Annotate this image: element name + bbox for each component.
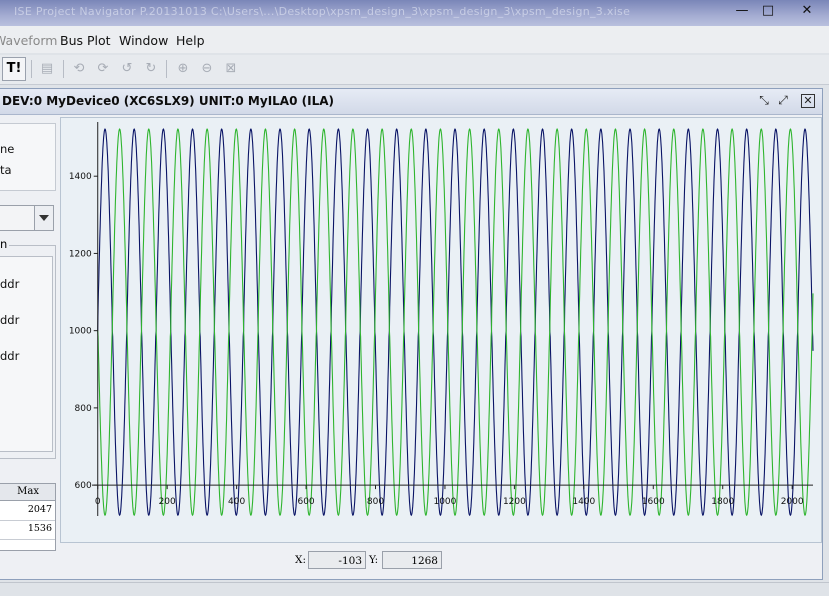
- list-item[interactable]: ddr: [0, 277, 19, 291]
- bus-list: ddr ddr ddr: [0, 256, 53, 452]
- zoom-out-icon[interactable]: ⊖: [196, 58, 218, 80]
- y-tick-label: 1200: [69, 249, 92, 259]
- list-item[interactable]: ddr: [0, 349, 19, 363]
- minimize-button[interactable]: —: [731, 2, 753, 20]
- y-tick-label: 1000: [69, 327, 92, 337]
- save-icon[interactable]: ▤: [36, 58, 58, 80]
- x-tick-label: 1000: [433, 497, 456, 507]
- toolbar: T! ▤ ⟲ ⟳ ↺ ↻ ⊕ ⊖ ⊠: [0, 55, 829, 85]
- restore-icon[interactable]: ⤡: [756, 93, 772, 109]
- cursor-x-icon[interactable]: ⟲: [68, 58, 90, 80]
- x-value-field: -103: [308, 551, 366, 569]
- toolbar-separator: [166, 60, 167, 78]
- plot-select-combo[interactable]: [0, 205, 54, 231]
- y-tick-label: 1400: [69, 172, 92, 182]
- bus-plot-chart[interactable]: 600 800 1000 1200 1400 0 200 400 600 800 1000 1200 1…: [61, 118, 821, 542]
- x-tick-label: 1600: [642, 497, 665, 507]
- x-tick-label: 800: [367, 497, 384, 507]
- frame-titlebar: DEV:0 MyDevice0 (XC6SLX9) UNIT:0 MyILA0 …: [0, 89, 822, 115]
- chevron-down-icon[interactable]: [34, 206, 53, 230]
- frame-title: DEV:0 MyDevice0 (XC6SLX9) UNIT:0 MyILA0 …: [2, 94, 334, 108]
- y-label: Y:: [369, 554, 379, 566]
- menu-help[interactable]: Help: [176, 33, 205, 48]
- column-header-max: Max: [17, 486, 39, 497]
- bus-plot-area[interactable]: 600 800 1000 1200 1400 0 200 400 600 800 1000 1200 1…: [60, 117, 822, 543]
- table-cell: 1536: [27, 523, 52, 534]
- table-divider: [0, 539, 55, 540]
- x-tick-label: 0: [95, 497, 101, 507]
- y-tick-label: 600: [75, 481, 92, 491]
- series-line-0: [97, 128, 814, 517]
- menu-bus-plot[interactable]: Bus Plot: [60, 33, 111, 48]
- toolbar-separator: [31, 60, 32, 78]
- bus-group-label: n: [0, 237, 10, 251]
- table-divider: [0, 520, 55, 521]
- bus-plot-frame: DEV:0 MyDevice0 (XC6SLX9) UNIT:0 MyILA0 …: [0, 88, 823, 580]
- table-cell: 2047: [27, 504, 52, 515]
- window-titlebar: ISE Project Navigator P.20131013 C:\User…: [0, 0, 829, 26]
- x-tick-label: 200: [159, 497, 176, 507]
- status-strip: [0, 582, 829, 596]
- minmax-table: Max 2047 1536: [0, 483, 56, 551]
- menu-waveform[interactable]: Waveform: [0, 33, 57, 48]
- close-button[interactable]: ✕: [796, 2, 818, 20]
- cursor-prev-icon[interactable]: ↺: [116, 58, 138, 80]
- x-tick-label: 1400: [572, 497, 595, 507]
- y-value-field: 1268: [382, 551, 442, 569]
- x-tick-label: 1200: [503, 497, 526, 507]
- left-panel: ne ta n ddr ddr ddr Max 2047 1536: [0, 119, 56, 551]
- zoom-fit-icon[interactable]: ⊠: [220, 58, 242, 80]
- display-options-box: ne ta: [0, 123, 56, 191]
- option-line[interactable]: ta: [0, 163, 12, 177]
- x-tick-label: 2000: [781, 497, 804, 507]
- x-tick-label: 600: [297, 497, 314, 507]
- list-item[interactable]: ddr: [0, 313, 19, 327]
- cursor-o-icon[interactable]: ⟳: [92, 58, 114, 80]
- zoom-in-icon[interactable]: ⊕: [172, 58, 194, 80]
- menu-window[interactable]: Window: [119, 33, 168, 48]
- x-tick-label: 1800: [711, 497, 734, 507]
- toolbar-separator: [63, 60, 64, 78]
- y-tick-label: 800: [75, 404, 92, 414]
- maximize-icon[interactable]: ⤢: [775, 93, 791, 109]
- window-title: ISE Project Navigator P.20131013 C:\User…: [14, 5, 631, 18]
- x-tick-label: 400: [228, 497, 245, 507]
- cursor-next-icon[interactable]: ↻: [140, 58, 162, 80]
- maximize-button[interactable]: □: [757, 2, 779, 20]
- table-header: Max: [0, 484, 55, 501]
- series-line-1: [97, 128, 814, 517]
- menubar: Waveform Bus Plot Window Help: [0, 26, 829, 53]
- close-icon[interactable]: ✕: [801, 94, 815, 108]
- bus-group: n ddr ddr ddr: [0, 237, 56, 459]
- x-label: X:: [295, 554, 307, 566]
- trigger-immediate-button[interactable]: T!: [2, 57, 26, 81]
- option-line[interactable]: ne: [0, 142, 14, 156]
